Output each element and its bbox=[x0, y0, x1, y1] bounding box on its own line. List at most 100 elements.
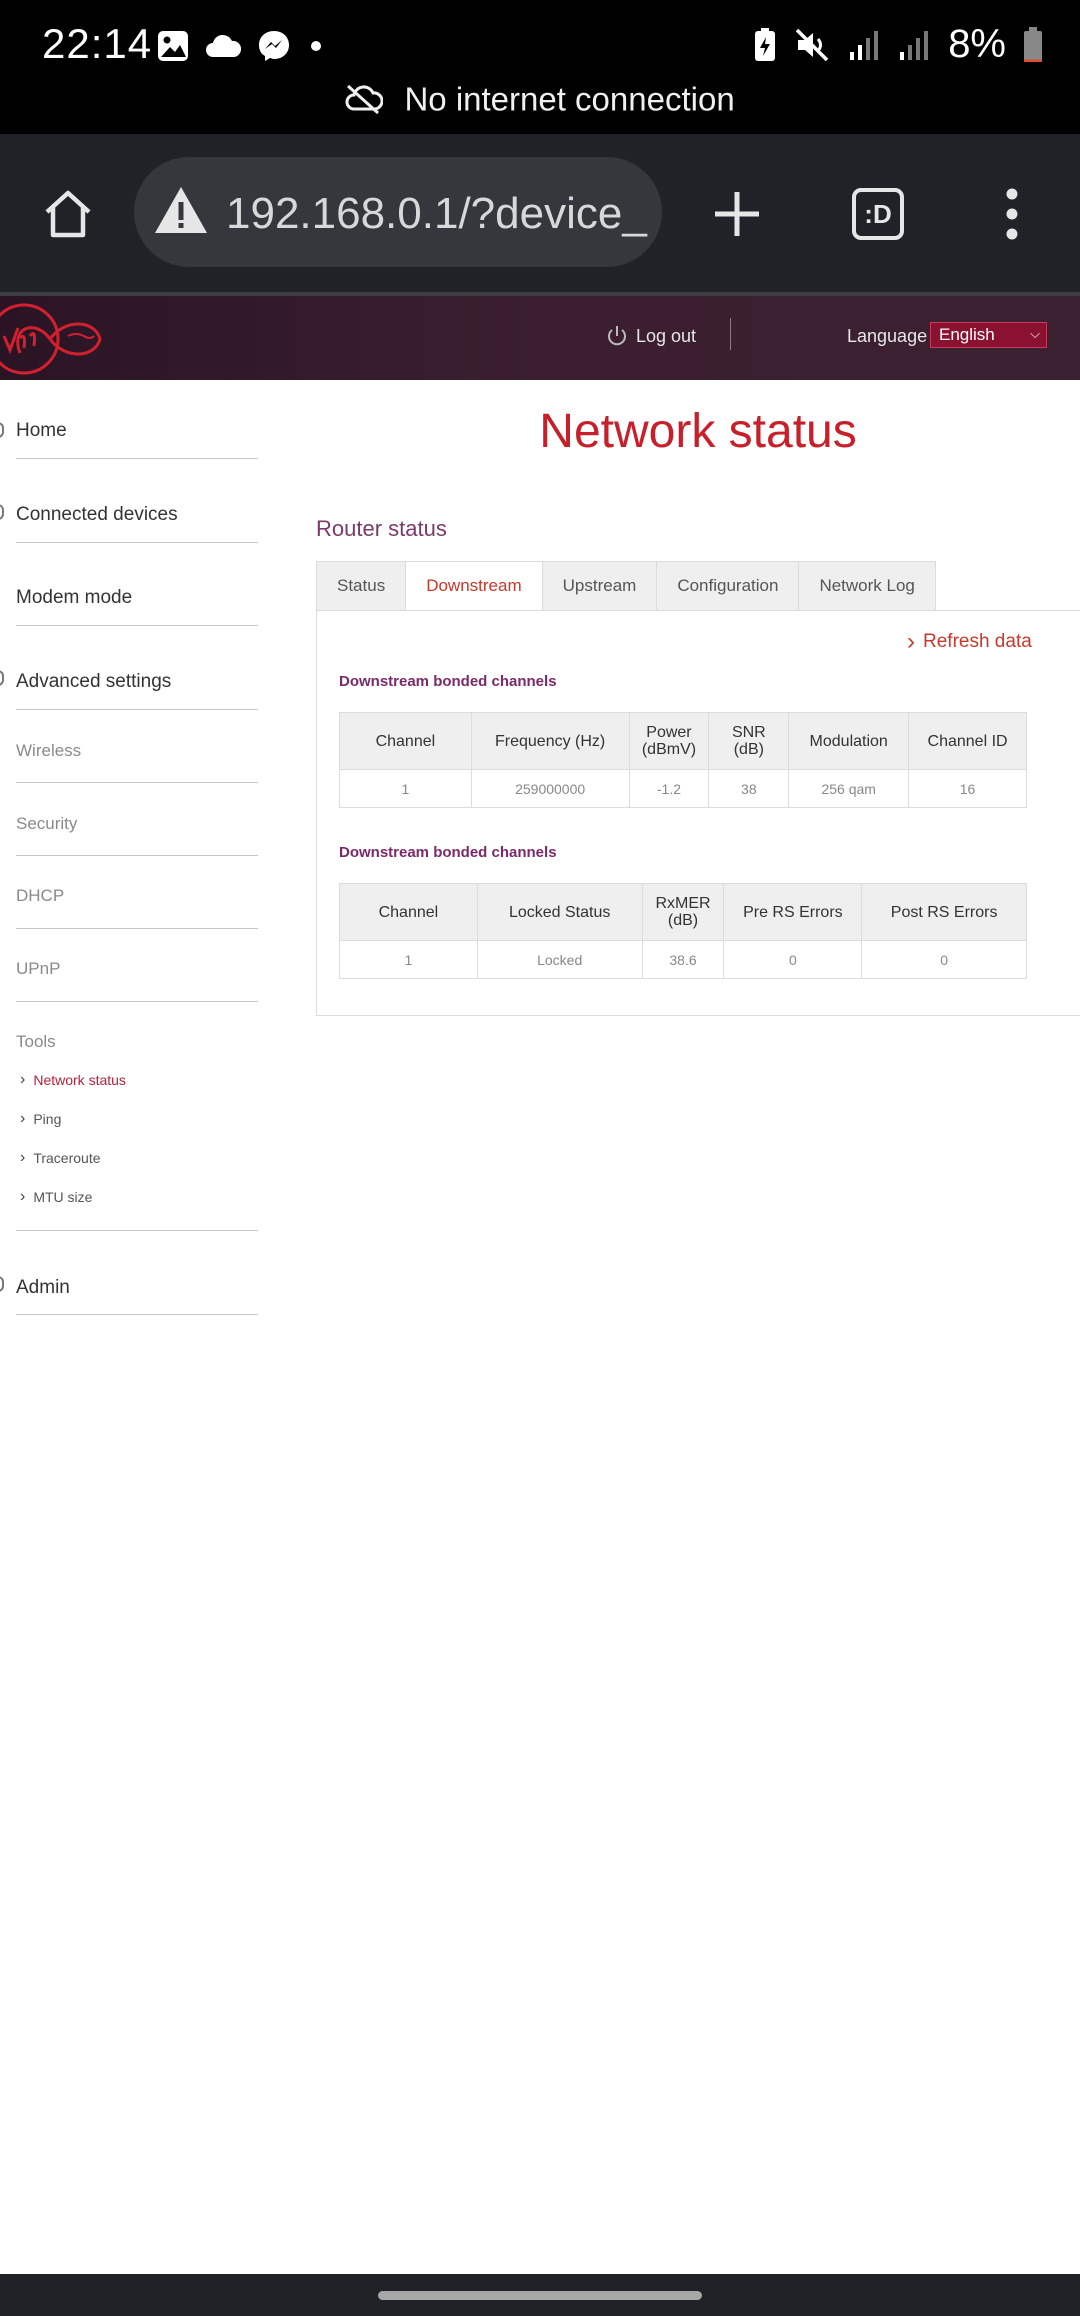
home-gesture-handle[interactable] bbox=[378, 2291, 702, 2300]
column-header: Power (dBmV) bbox=[628, 712, 710, 770]
sidebar-item-wireless[interactable]: Wireless bbox=[16, 741, 81, 761]
tab-network-log[interactable]: Network Log bbox=[798, 561, 936, 611]
new-tab-icon bbox=[715, 192, 759, 236]
tab-panel: › Refresh data Downstream bonded channel… bbox=[316, 610, 1080, 1016]
sidebar-item-dhcp[interactable]: DHCP bbox=[16, 886, 64, 906]
home-button[interactable] bbox=[24, 170, 112, 258]
column-header: Channel bbox=[339, 712, 472, 770]
table-header-row: Channel Frequency (Hz) Power (dBmV) SNR … bbox=[339, 712, 1027, 770]
tab-switcher-icon: :D bbox=[852, 188, 904, 240]
chevron-right-icon: › bbox=[907, 628, 915, 655]
no-internet-banner: No internet connection bbox=[0, 78, 1080, 134]
bullet-icon bbox=[0, 504, 4, 520]
column-header: Channel ID bbox=[908, 712, 1027, 770]
table-cell: 38 bbox=[708, 769, 790, 808]
divider bbox=[16, 1230, 258, 1231]
address-bar[interactable]: 192.168.0.1/?device_ bbox=[134, 157, 662, 267]
bullet-icon bbox=[0, 670, 4, 686]
signal-icon bbox=[900, 30, 929, 60]
sidebar-item-admin[interactable]: Admin bbox=[16, 1277, 70, 1299]
sidebar-item-connected-devices[interactable]: Connected devices bbox=[16, 504, 178, 526]
new-tab-button[interactable] bbox=[693, 170, 781, 258]
table-row: 1 Locked 38.6 0 0 bbox=[339, 940, 1027, 979]
chevron-down-icon: ⌵ bbox=[1030, 326, 1040, 341]
cloud-off-icon bbox=[345, 85, 384, 115]
table-cell: 16 bbox=[908, 769, 1027, 808]
logout-label: Log out bbox=[636, 325, 697, 346]
bullet-icon bbox=[0, 1276, 4, 1292]
chevron-right-icon: › bbox=[20, 1110, 26, 1127]
sidebar-item-traceroute[interactable]: › Traceroute bbox=[20, 1149, 101, 1167]
table-cell: 38.6 bbox=[641, 940, 725, 979]
divider bbox=[16, 855, 258, 856]
table-cell: 1 bbox=[339, 940, 478, 979]
language-select[interactable]: English ⌵ bbox=[930, 322, 1047, 348]
tab-configuration[interactable]: Configuration bbox=[656, 561, 799, 611]
table-header-row: Channel Locked Status RxMER (dB) Pre RS … bbox=[339, 883, 1027, 941]
sidebar-item-upnp[interactable]: UPnP bbox=[16, 959, 60, 979]
divider bbox=[16, 542, 258, 543]
battery-percent: 8% bbox=[948, 22, 1006, 66]
page-title: Network status bbox=[539, 405, 857, 458]
header-divider bbox=[730, 318, 731, 350]
language-label: Language bbox=[847, 326, 928, 346]
chevron-right-icon: › bbox=[20, 1149, 26, 1166]
divider bbox=[16, 1314, 258, 1315]
column-header: SNR (dB) bbox=[708, 712, 790, 770]
battery-saver-icon bbox=[755, 27, 776, 61]
section-title: Router status bbox=[316, 516, 447, 541]
sidebar-item-modem-mode[interactable]: Modem mode bbox=[16, 587, 132, 609]
refresh-data-link[interactable]: › Refresh data bbox=[907, 628, 1032, 655]
chevron-right-icon: › bbox=[20, 1071, 26, 1088]
menu-icon bbox=[1006, 188, 1018, 240]
divider bbox=[16, 458, 258, 459]
router-page: Log out Language English ⌵ Home Connecte… bbox=[0, 296, 1080, 2276]
signal-icon bbox=[850, 30, 879, 60]
virgin-media-logo[interactable] bbox=[0, 298, 110, 380]
system-icons: 8% bbox=[752, 22, 1044, 67]
warning-icon[interactable] bbox=[152, 183, 210, 237]
sidebar-item-ping[interactable]: › Ping bbox=[20, 1110, 61, 1128]
home-icon bbox=[45, 190, 91, 238]
column-header: Channel bbox=[339, 883, 478, 941]
divider bbox=[16, 928, 258, 929]
sidebar-item-mtu-size[interactable]: › MTU size bbox=[20, 1188, 92, 1206]
table-cell: Locked bbox=[476, 940, 643, 979]
sidebar-item-security[interactable]: Security bbox=[16, 814, 77, 834]
notification-icons bbox=[156, 28, 326, 64]
tab-bar: Status Downstream Upstream Configuration… bbox=[316, 561, 936, 611]
tool-label: Traceroute bbox=[33, 1150, 101, 1166]
divider bbox=[16, 782, 258, 783]
tab-status[interactable]: Status bbox=[316, 561, 406, 611]
tab-switcher-button[interactable]: :D bbox=[834, 170, 922, 258]
divider bbox=[16, 709, 258, 710]
sidebar-item-network-status[interactable]: › Network status bbox=[20, 1071, 126, 1089]
language-value: English bbox=[939, 325, 995, 344]
logout-button[interactable]: Log out bbox=[606, 324, 696, 348]
table-row: 1 259000000 -1.2 38 256 qam 16 bbox=[339, 769, 1027, 808]
sidebar-item-advanced-settings[interactable]: Advanced settings bbox=[16, 671, 171, 693]
tab-upstream[interactable]: Upstream bbox=[541, 561, 657, 611]
column-header: RxMER (dB) bbox=[641, 883, 725, 941]
tool-label: Ping bbox=[33, 1111, 62, 1127]
table-cell: 0 bbox=[723, 940, 863, 979]
table-cell: 0 bbox=[861, 940, 1027, 979]
table-cell: 1 bbox=[339, 769, 472, 808]
cloud-icon bbox=[206, 34, 242, 57]
downstream-channels-table: Channel Frequency (Hz) Power (dBmV) SNR … bbox=[339, 712, 1027, 808]
tools-heading: Tools bbox=[16, 1032, 56, 1051]
menu-button[interactable] bbox=[968, 170, 1056, 258]
table-cell: -1.2 bbox=[628, 769, 710, 808]
column-header: Locked Status bbox=[476, 883, 643, 941]
table1-title: Downstream bonded channels bbox=[339, 673, 557, 690]
tool-label: Network status bbox=[33, 1072, 126, 1088]
mute-icon bbox=[795, 28, 829, 61]
gallery-icon bbox=[158, 31, 188, 61]
chevron-right-icon: › bbox=[20, 1188, 26, 1205]
divider bbox=[16, 625, 258, 626]
sidebar-item-home[interactable]: Home bbox=[16, 420, 67, 442]
tab-downstream[interactable]: Downstream bbox=[405, 561, 542, 611]
battery-icon bbox=[1024, 26, 1042, 62]
tool-label: MTU size bbox=[33, 1189, 93, 1205]
url-text[interactable]: 192.168.0.1/?device_ bbox=[226, 189, 647, 239]
